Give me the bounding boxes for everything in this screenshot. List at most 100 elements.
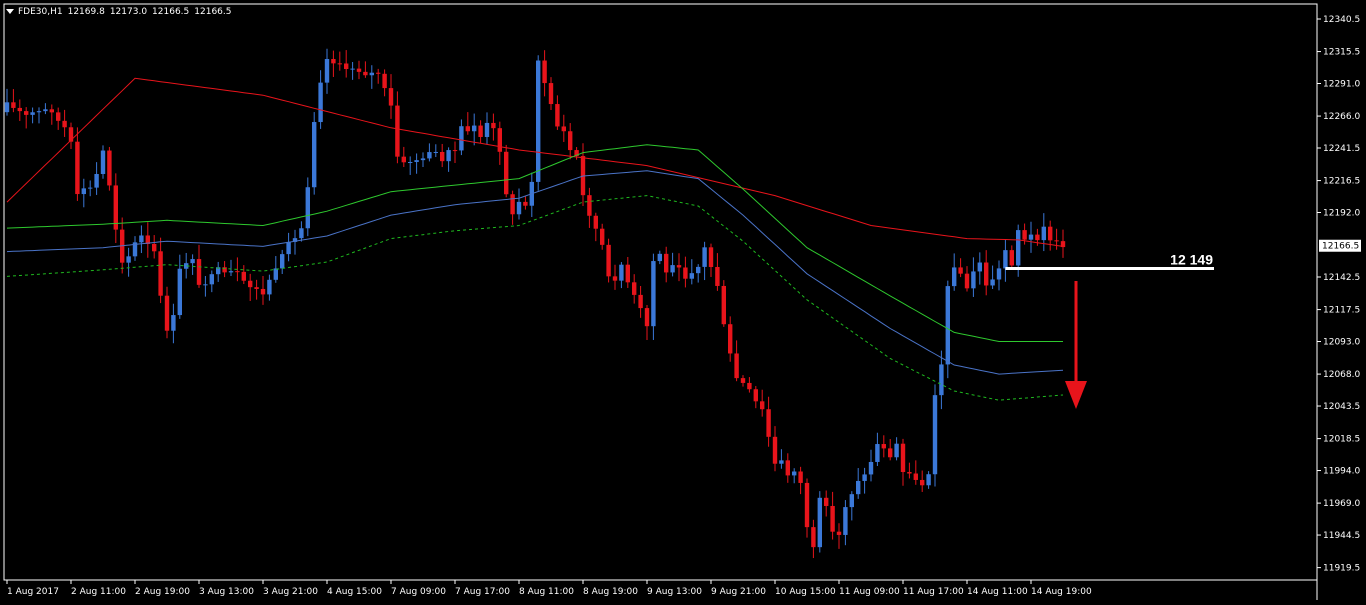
candle-body: [868, 461, 874, 475]
candle-body: [62, 120, 67, 128]
y-tick-label: 12093.0: [1323, 338, 1360, 348]
candle-body: [241, 271, 246, 281]
candle-body: [312, 122, 317, 188]
candle-body: [555, 104, 560, 127]
candle-body: [779, 460, 784, 464]
candle-body: [510, 194, 515, 215]
candle-body: [996, 268, 1002, 280]
candle-body: [324, 59, 330, 83]
x-tick-label: 4 Aug 15:00: [327, 587, 382, 597]
y-axis: 12340.5 12315.5 12291.0 12266.0 12241.5 12216…: [1317, 15, 1360, 574]
y-tick-label: 12241.5: [1323, 144, 1360, 154]
candle-body: [772, 436, 778, 464]
candle-body: [433, 151, 438, 153]
candle-body: [836, 531, 842, 535]
candle-body: [715, 267, 720, 286]
down-arrow-icon: [1065, 281, 1087, 409]
candle-body: [337, 63, 342, 65]
candle-body: [1016, 230, 1021, 266]
candle-body: [414, 160, 419, 162]
candle-body: [881, 444, 886, 449]
candle-body: [1054, 240, 1059, 242]
candle-body: [152, 243, 157, 252]
level-group: 12 149: [1005, 252, 1214, 271]
x-tick-label: 7 Aug 09:00: [391, 587, 446, 597]
candle-body: [587, 195, 592, 216]
candle-body: [504, 151, 509, 195]
candle-body: [369, 72, 374, 76]
candle-body: [657, 253, 662, 262]
candle-body: [798, 471, 803, 483]
candle-body: [478, 125, 483, 137]
candle-body: [267, 279, 272, 295]
candle-body: [30, 112, 35, 115]
y-tick-label: 12216.5: [1323, 177, 1360, 187]
candle-body: [932, 395, 938, 475]
candle-body: [11, 102, 16, 108]
price-chart[interactable]: 12 149 12340.5 12315.5 12291.0 12266.0 12241…: [0, 0, 1366, 605]
candle-body: [926, 474, 931, 486]
candle-body: [1028, 234, 1034, 240]
candle-body: [1009, 250, 1014, 266]
candle-body: [171, 315, 176, 331]
candle-body: [619, 264, 624, 281]
candles-group: [4, 48, 1066, 559]
candle-body: [273, 268, 278, 280]
y-tick-label: 12142.5: [1323, 273, 1360, 283]
x-tick-label: 7 Aug 17:00: [455, 587, 510, 597]
x-tick-label: 9 Aug 13:00: [647, 587, 702, 597]
candle-body: [516, 201, 522, 215]
candle-body: [740, 378, 746, 383]
x-tick-label: 2 Aug 11:00: [71, 587, 126, 597]
candle-body: [804, 482, 810, 528]
candle-body: [497, 128, 502, 152]
candle-body: [606, 244, 611, 277]
candle-body: [894, 443, 899, 458]
y-tick-label: 12117.5: [1323, 306, 1360, 316]
candle-body: [721, 285, 726, 325]
candle-body: [36, 111, 42, 113]
y-tick-label: 12340.5: [1323, 15, 1360, 25]
y-tick-label: 12068.0: [1323, 370, 1360, 380]
candle-body: [203, 284, 208, 286]
candle-body: [107, 150, 112, 186]
x-tick-label: 14 Aug 11:00: [967, 587, 1028, 597]
candle-body: [465, 126, 470, 132]
candle-body: [408, 161, 413, 163]
candle-body: [1035, 234, 1040, 241]
candle-body: [644, 308, 650, 327]
candle-body: [830, 505, 835, 532]
indicator-lines-group: [6, 77, 1064, 401]
x-tick-label: 14 Aug 19:00: [1031, 587, 1092, 597]
x-tick-label: 10 Aug 15:00: [775, 587, 836, 597]
candle-body: [350, 68, 355, 70]
candle-body: [747, 382, 752, 390]
envelope-mid-line: [6, 170, 1064, 375]
candle-body: [363, 71, 368, 76]
candle-body: [158, 251, 163, 296]
candle-body: [75, 141, 80, 195]
y-tick-label: 12291.0: [1323, 79, 1360, 89]
candle-body: [600, 228, 605, 245]
candle-body: [817, 497, 822, 548]
x-tick-label: 1 Aug 2017: [7, 587, 59, 597]
candle-body: [331, 59, 336, 64]
plot-frame: [3, 3, 1318, 581]
candle-body: [209, 274, 214, 285]
y-tick-label: 11944.5: [1323, 531, 1360, 541]
y-tick-label: 12192.0: [1323, 209, 1360, 219]
candle-body: [945, 286, 950, 365]
candle-body: [446, 150, 451, 162]
candle-body: [849, 494, 854, 508]
candle-body: [593, 215, 598, 229]
candle-body: [728, 324, 733, 354]
candle-body: [1048, 226, 1053, 241]
candle-body: [676, 265, 682, 268]
candle-body: [49, 109, 54, 113]
candle-body: [939, 364, 944, 396]
candle-body: [4, 102, 10, 113]
x-tick-label: 11 Aug 09:00: [839, 587, 900, 597]
candle-body: [964, 273, 970, 289]
y-tick-label: 12315.5: [1323, 48, 1360, 58]
candle-body: [235, 271, 240, 273]
